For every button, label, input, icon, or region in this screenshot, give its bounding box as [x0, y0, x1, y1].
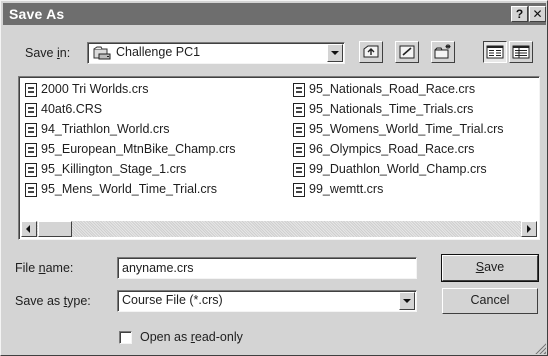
file-icon [25, 163, 37, 177]
file-icon [293, 183, 305, 197]
dialog-title: Save As [9, 6, 65, 22]
save-as-dialog: Save As ? ✕ Save in: Challenge PC1 2000 … [0, 0, 548, 356]
save-as-type-value: Course File (*.crs) [122, 293, 223, 307]
scroll-right-icon[interactable] [521, 221, 537, 237]
save-in-label: Save in: [25, 46, 71, 60]
file-icon [293, 143, 305, 157]
up-one-level-icon [363, 45, 379, 58]
file-icon [25, 123, 37, 137]
file-icon [25, 83, 37, 97]
horizontal-scrollbar[interactable] [21, 221, 537, 237]
details-view-icon [512, 45, 530, 59]
new-folder-icon [434, 44, 451, 59]
cancel-button[interactable]: Cancel [442, 288, 538, 314]
file-icon [25, 143, 37, 157]
new-folder-button[interactable] [431, 41, 455, 63]
resize-grip-icon[interactable] [534, 342, 546, 354]
list-view-button[interactable] [483, 41, 507, 63]
file-icon [293, 163, 305, 177]
file-icon [293, 103, 305, 117]
drive-folder-icon [93, 46, 111, 60]
file-icon [293, 123, 305, 137]
chevron-down-icon[interactable] [327, 44, 343, 62]
save-in-dropdown[interactable]: Challenge PC1 [87, 42, 345, 64]
scrollbar-thumb[interactable] [38, 221, 72, 237]
close-button[interactable]: ✕ [529, 6, 546, 22]
file-list[interactable]: 2000 Tri Worlds.crs 40at6.CRS 94_Triathl… [18, 76, 540, 240]
file-icon [25, 183, 37, 197]
open-read-only-checkbox[interactable] [119, 331, 132, 344]
details-view-button[interactable] [509, 41, 533, 63]
up-one-level-button[interactable] [359, 41, 383, 63]
desktop-button[interactable] [395, 41, 419, 63]
list-view-icon [486, 45, 504, 59]
save-in-value: Challenge PC1 [116, 45, 201, 59]
save-as-type-label: Save as type: [15, 294, 91, 308]
open-read-only-label[interactable]: Open as read-only [140, 330, 243, 344]
file-name-input[interactable]: anyname.crs [117, 257, 417, 279]
help-button[interactable]: ? [511, 6, 528, 22]
title-bar[interactable]: Save As ? ✕ [3, 3, 546, 25]
file-name-label: File name: [15, 261, 74, 275]
save-button[interactable]: Save [441, 254, 539, 282]
chevron-down-icon[interactable] [399, 292, 415, 310]
file-icon [293, 83, 305, 97]
scroll-left-icon[interactable] [21, 221, 37, 237]
save-as-type-dropdown[interactable]: Course File (*.crs) [117, 290, 417, 312]
file-icon [25, 103, 37, 117]
desktop-icon [399, 45, 415, 59]
